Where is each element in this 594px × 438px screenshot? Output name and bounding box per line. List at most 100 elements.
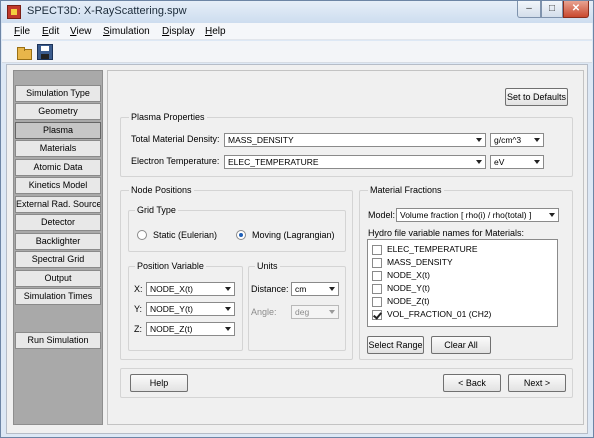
temperature-unit-select[interactable]: eV: [490, 155, 544, 169]
grid-type-group: Grid Type Static (Eulerian) Moving (Lagr…: [128, 205, 346, 252]
toolbar: [2, 41, 592, 63]
clear-all-button[interactable]: Clear All: [431, 336, 491, 354]
maximize-button[interactable]: □: [541, 1, 563, 18]
sidebar-item-materials[interactable]: Materials: [15, 140, 101, 157]
checkbox[interactable]: [372, 245, 382, 255]
menu-edit-label: dit: [48, 26, 60, 37]
materials-checklist[interactable]: ELEC_TEMPERATURE MASS_DENSITY NODE_X(t) …: [367, 239, 558, 327]
checkbox-checked[interactable]: [372, 310, 382, 320]
y-variable-select[interactable]: NODE_Y(t): [146, 302, 235, 316]
y-chevron-down-icon: [225, 307, 231, 311]
model-label: Model:: [368, 210, 396, 220]
position-variable-title: Position Variable: [135, 261, 206, 271]
list-item-label: ELEC_TEMPERATURE: [387, 244, 478, 254]
density-unit-select[interactable]: g/cm^3: [490, 133, 544, 147]
material-fractions-title: Material Fractions: [368, 185, 444, 195]
menu-view-label: iew: [76, 26, 92, 37]
sidebar-item-kinetics-model[interactable]: Kinetics Model: [15, 177, 101, 194]
temperature-chevron-down-icon: [476, 160, 482, 164]
x-label: X:: [134, 284, 143, 294]
close-button[interactable]: ✕: [563, 1, 589, 18]
y-label: Y:: [134, 304, 143, 314]
help-button[interactable]: Help: [130, 374, 188, 392]
app-logo-icon: [7, 5, 21, 19]
temperature-select[interactable]: ELEC_TEMPERATURE: [224, 155, 486, 169]
sidebar-item-external-rad-source[interactable]: External Rad. Source: [15, 196, 101, 213]
y-variable-value: NODE_Y(t): [150, 304, 193, 314]
save-disk-icon[interactable]: [37, 44, 53, 60]
material-fractions-group: Material Fractions Model: Volume fractio…: [359, 185, 573, 360]
z-variable-select[interactable]: NODE_Z(t): [146, 322, 235, 336]
moving-lagrangian-radio[interactable]: [236, 230, 246, 240]
distance-chevron-down-icon: [329, 287, 335, 291]
density-select[interactable]: MASS_DENSITY: [224, 133, 486, 147]
open-folder-icon[interactable]: [16, 44, 32, 60]
angle-unit-value: deg: [295, 307, 310, 317]
menu-simulation[interactable]: Simulation: [103, 26, 150, 37]
next-button[interactable]: Next >: [508, 374, 566, 392]
checkbox[interactable]: [372, 284, 382, 294]
distance-unit-select[interactable]: cm: [291, 282, 339, 296]
sidebar: Simulation Type Geometry Plasma Material…: [13, 70, 103, 425]
density-value: MASS_DENSITY: [228, 135, 294, 145]
static-eulerian-radio[interactable]: [137, 230, 147, 240]
model-select[interactable]: Volume fraction [ rho(i) / rho(total) ]: [396, 208, 559, 222]
x-variable-value: NODE_X(t): [150, 284, 193, 294]
distance-unit-value: cm: [295, 284, 307, 294]
sidebar-item-output[interactable]: Output: [15, 270, 101, 287]
z-variable-value: NODE_Z(t): [150, 324, 193, 334]
sidebar-item-atomic-data[interactable]: Atomic Data: [15, 159, 101, 176]
menu-file[interactable]: File: [14, 26, 30, 37]
sidebar-item-simulation-type[interactable]: Simulation Type: [15, 85, 101, 102]
density-unit-chevron-down-icon: [534, 138, 540, 142]
z-label: Z:: [134, 324, 142, 334]
menu-view[interactable]: View: [70, 26, 92, 37]
minimize-button[interactable]: –: [517, 1, 541, 18]
title-bar: SPECT3D: X-RayScattering.spw – □ ✕: [1, 1, 593, 23]
sidebar-item-plasma[interactable]: Plasma: [15, 122, 101, 139]
sidebar-item-backlighter[interactable]: Backlighter: [15, 233, 101, 250]
node-positions-title: Node Positions: [129, 185, 194, 195]
set-to-defaults-button[interactable]: Set to Defaults: [505, 88, 568, 106]
temperature-unit-chevron-down-icon: [534, 160, 540, 164]
menu-simulation-label: imulation: [109, 26, 150, 37]
list-item-label: NODE_Y(t): [387, 283, 430, 293]
plasma-panel: Set to Defaults Plasma Properties Total …: [107, 70, 584, 425]
z-chevron-down-icon: [225, 327, 231, 331]
app-window: SPECT3D: X-RayScattering.spw – □ ✕ File …: [0, 0, 594, 438]
density-unit-value: g/cm^3: [494, 135, 522, 145]
model-chevron-down-icon: [549, 213, 555, 217]
angle-chevron-down-icon: [329, 310, 335, 314]
node-positions-group: Node Positions Grid Type Static (Euleria…: [120, 185, 353, 360]
back-button[interactable]: < Back: [443, 374, 501, 392]
menu-simulation-mnemonic: S: [103, 26, 110, 37]
units-group: Units Distance: cm Angle: deg: [248, 261, 346, 351]
content-area: Simulation Type Geometry Plasma Material…: [6, 64, 588, 434]
menu-help[interactable]: Help: [205, 26, 226, 37]
density-chevron-down-icon: [476, 138, 482, 142]
menu-display[interactable]: Display: [162, 26, 195, 37]
checkbox[interactable]: [372, 271, 382, 281]
menu-edit[interactable]: Edit: [42, 26, 59, 37]
select-range-button[interactable]: Select Range: [367, 336, 424, 354]
list-item-label: NODE_Z(t): [387, 296, 430, 306]
sidebar-item-geometry[interactable]: Geometry: [15, 103, 101, 120]
menu-display-label: isplay: [169, 26, 195, 37]
sidebar-item-spectral-grid[interactable]: Spectral Grid: [15, 251, 101, 268]
sidebar-item-simulation-times[interactable]: Simulation Times: [15, 288, 101, 305]
distance-label: Distance:: [251, 284, 289, 294]
menu-bar: File Edit View Simulation Display Help: [2, 23, 592, 40]
list-item-label: MASS_DENSITY: [387, 257, 453, 267]
units-title: Units: [255, 261, 280, 271]
menu-help-label: elp: [212, 26, 226, 37]
run-simulation-button[interactable]: Run Simulation: [15, 332, 101, 349]
sidebar-item-detector[interactable]: Detector: [15, 214, 101, 231]
x-variable-select[interactable]: NODE_X(t): [146, 282, 235, 296]
list-item-label: NODE_X(t): [387, 270, 430, 280]
checkbox[interactable]: [372, 258, 382, 268]
checkbox[interactable]: [372, 297, 382, 307]
moving-lagrangian-label: Moving (Lagrangian): [252, 230, 335, 240]
angle-label: Angle:: [251, 307, 277, 317]
position-variable-group: Position Variable X: NODE_X(t) Y: NODE_Y…: [128, 261, 243, 351]
window-title: SPECT3D: X-RayScattering.spw: [27, 5, 187, 17]
